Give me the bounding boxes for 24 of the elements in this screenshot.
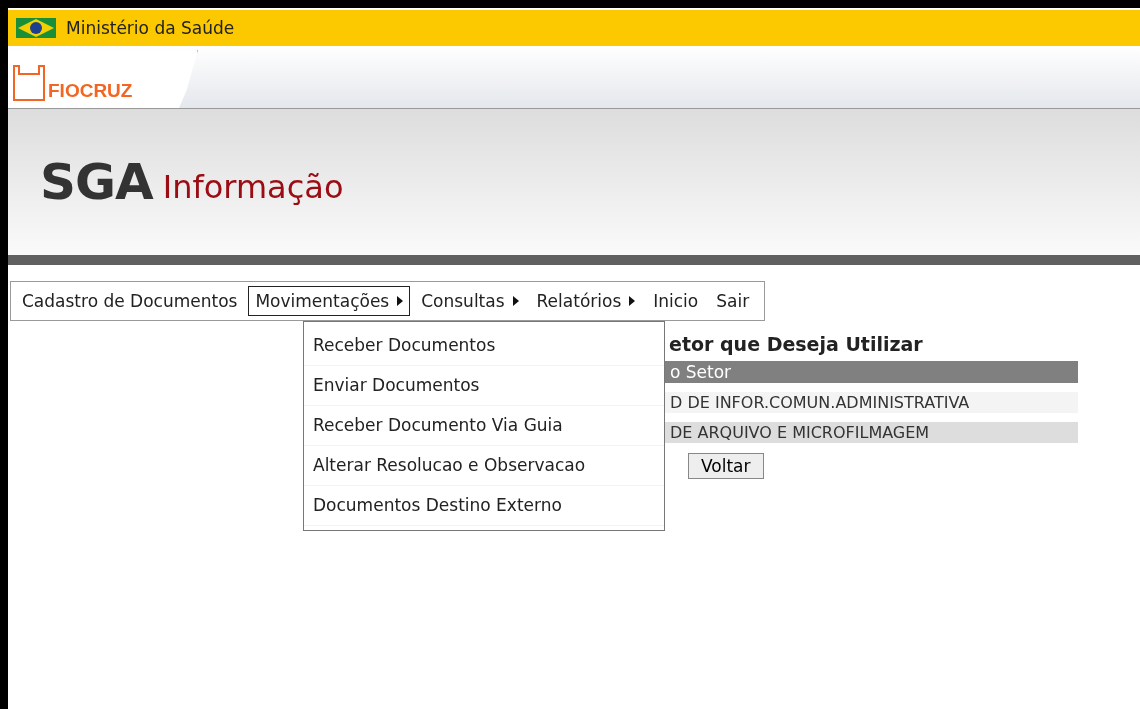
logo-subtitle: Informação bbox=[162, 168, 344, 206]
back-button[interactable]: Voltar bbox=[688, 453, 764, 479]
menu-item[interactable]: Consultas bbox=[414, 286, 526, 316]
logo-text: SGA bbox=[40, 153, 153, 211]
table-row[interactable]: DE ARQUIVO E MICROFILMAGEM bbox=[664, 422, 1078, 443]
caret-icon bbox=[629, 296, 636, 306]
page-title: etor que Deseja Utilizar bbox=[668, 333, 924, 355]
dropdown-item[interactable]: Enviar Documentos bbox=[304, 366, 664, 406]
dropdown-item[interactable]: Documentos Destino Externo bbox=[304, 486, 664, 526]
table-row[interactable]: D DE INFOR.COMUN.ADMINISTRATIVA bbox=[664, 392, 1078, 413]
caret-icon bbox=[397, 296, 404, 306]
menu-item[interactable]: Relatórios bbox=[529, 286, 643, 316]
menu-item[interactable]: Cadastro de Documentos bbox=[15, 286, 245, 316]
caret-icon bbox=[512, 296, 519, 306]
dropdown-item[interactable]: Receber Documentos bbox=[304, 326, 664, 366]
dropdown-item[interactable]: Receber Documento Via Guia bbox=[304, 406, 664, 446]
ministry-title: Ministério da Saúde bbox=[66, 18, 235, 38]
menu-item[interactable]: Movimentações bbox=[248, 286, 411, 316]
dropdown-item[interactable]: Alterar Resolucao e Observacao bbox=[304, 446, 664, 486]
table-header: o Setor bbox=[664, 361, 1078, 383]
flag-icon bbox=[14, 15, 58, 41]
castle-icon bbox=[12, 62, 46, 102]
menu-item[interactable]: Inicio bbox=[646, 286, 706, 316]
menu-item[interactable]: Sair bbox=[709, 286, 757, 316]
